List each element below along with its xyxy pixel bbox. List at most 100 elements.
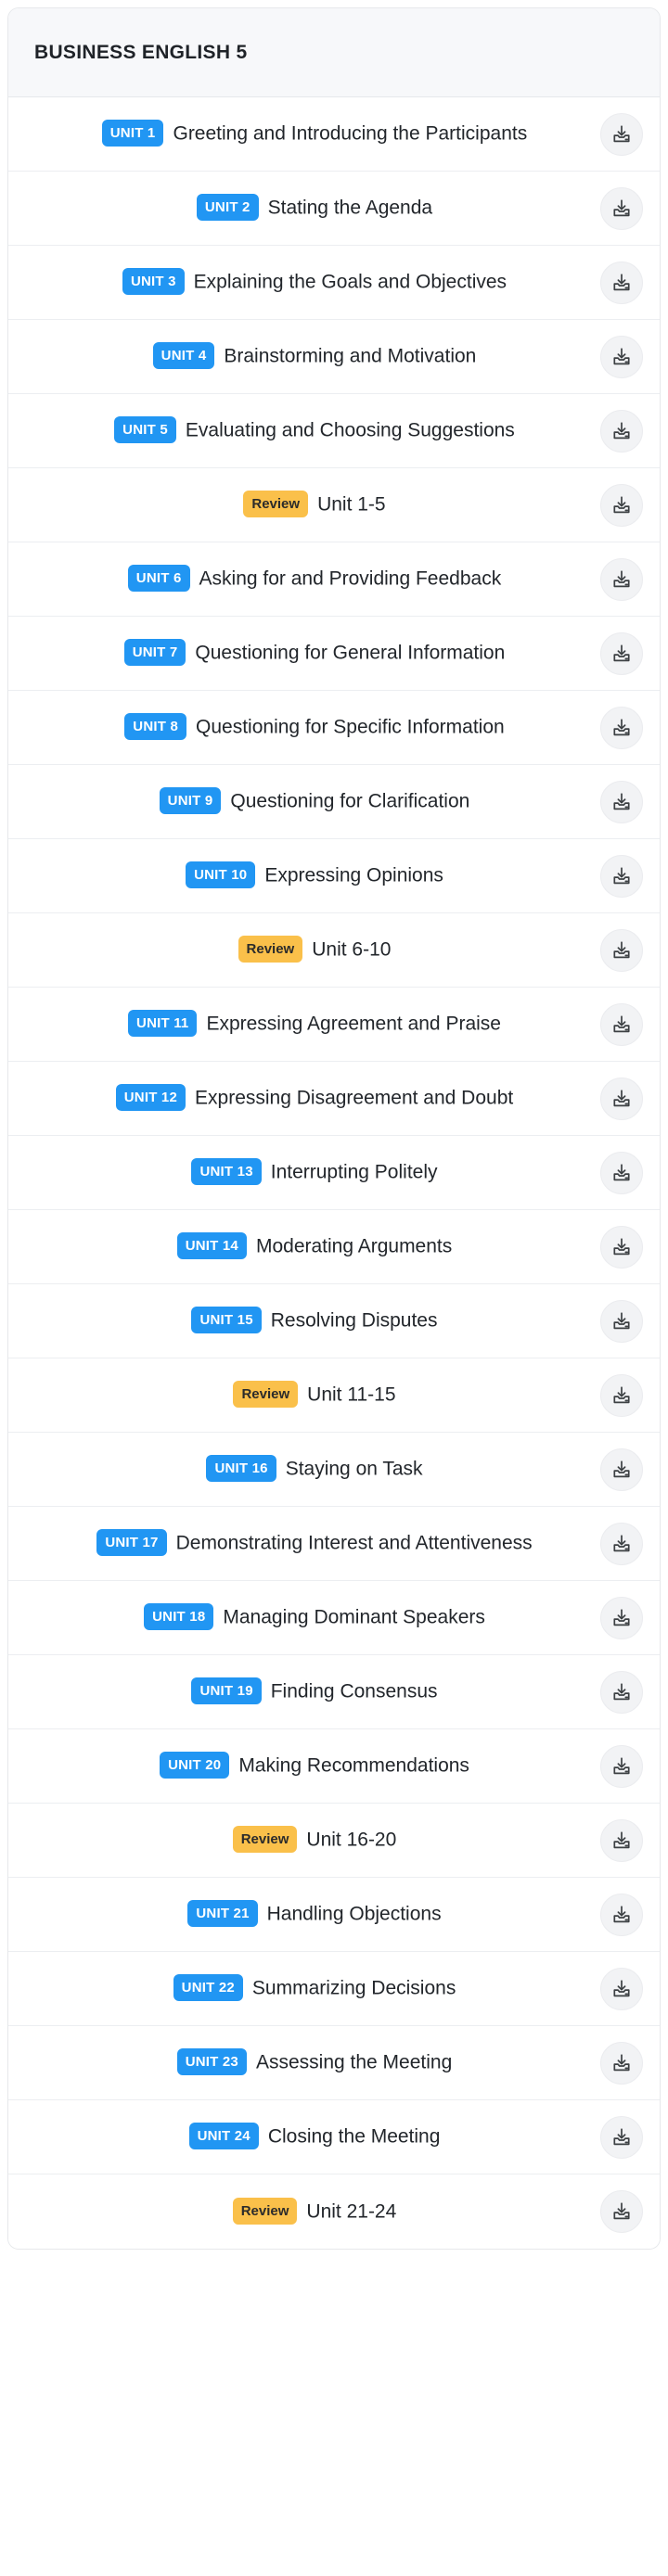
download-button-22[interactable]	[600, 1670, 643, 1714]
download-button-18[interactable]	[600, 1373, 643, 1417]
download-button-26[interactable]	[600, 1967, 643, 2010]
list-item-text: UNIT 14 Moderating Arguments	[38, 1231, 591, 1262]
download-icon	[610, 1236, 633, 1258]
review-badge: Review	[233, 1381, 299, 1409]
download-button-24[interactable]	[600, 1818, 643, 1862]
list-item-18[interactable]: Review Unit 11-15	[8, 1358, 660, 1433]
download-button-23[interactable]	[600, 1744, 643, 1788]
list-item-content: UNIT 13 Interrupting Politely	[25, 1156, 597, 1188]
list-item-content: Review Unit 16-20	[25, 1824, 597, 1855]
list-item-25[interactable]: UNIT 21 Handling Objections	[8, 1878, 660, 1952]
list-item-label: Interrupting Politely	[270, 1161, 438, 1183]
list-item-label: Expressing Opinions	[264, 864, 443, 886]
download-button-29[interactable]	[600, 2190, 643, 2233]
list-item-15[interactable]: UNIT 13 Interrupting Politely	[8, 1136, 660, 1210]
unit-badge: UNIT 1	[101, 120, 164, 147]
list-item-content: UNIT 20 Making Recommendations	[25, 1750, 597, 1781]
list-item-19[interactable]: UNIT 16 Staying on Task	[8, 1433, 660, 1507]
unit-list: UNIT 1 Greeting and Introducing the Parti…	[8, 97, 660, 2249]
list-item-26[interactable]: UNIT 22 Summarizing Decisions	[8, 1952, 660, 2026]
download-button-8[interactable]	[600, 631, 643, 675]
download-button-6[interactable]	[600, 483, 643, 527]
list-item-12[interactable]: Review Unit 6-10	[8, 913, 660, 988]
download-button-16[interactable]	[600, 1225, 643, 1269]
list-item-text: UNIT 13 Interrupting Politely	[38, 1156, 591, 1188]
list-item-content: UNIT 12 Expressing Disagreement and Doubt	[25, 1082, 597, 1114]
list-item-label: Stating the Agenda	[267, 197, 433, 219]
download-button-3[interactable]	[600, 261, 643, 304]
download-button-20[interactable]	[600, 1522, 643, 1565]
list-item-22[interactable]: UNIT 19 Finding Consensus	[8, 1655, 660, 1729]
list-item-content: UNIT 2 Stating the Agenda	[25, 192, 597, 223]
download-button-10[interactable]	[600, 780, 643, 823]
card-header: BUSINESS ENGLISH 5	[8, 8, 660, 97]
list-item-10[interactable]: UNIT 9 Questioning for Clarification	[8, 765, 660, 839]
list-item-content: UNIT 23 Assessing the Meeting	[25, 2047, 597, 2078]
download-button-21[interactable]	[600, 1596, 643, 1639]
download-icon	[610, 1681, 633, 1703]
list-item-29[interactable]: Review Unit 21-24	[8, 2174, 660, 2249]
list-item-text: UNIT 8 Questioning for Specific Informati…	[38, 711, 591, 743]
list-item-5[interactable]: UNIT 5 Evaluating and Choosing Suggestion…	[8, 394, 660, 468]
list-item-text: UNIT 2 Stating the Agenda	[38, 192, 591, 223]
list-item-text: UNIT 6 Asking for and Providing Feedback	[38, 563, 591, 594]
download-button-14[interactable]	[600, 1077, 643, 1120]
download-button-19[interactable]	[600, 1447, 643, 1491]
list-item-text: UNIT 1 Greeting and Introducing the Parti…	[38, 118, 591, 149]
download-icon	[610, 123, 633, 146]
unit-badge: UNIT 24	[188, 2123, 259, 2150]
list-item-28[interactable]: UNIT 24 Closing the Meeting	[8, 2100, 660, 2174]
list-item-2[interactable]: UNIT 2 Stating the Agenda	[8, 172, 660, 246]
download-button-9[interactable]	[600, 706, 643, 749]
download-icon	[610, 1088, 633, 1110]
download-icon	[610, 1310, 633, 1333]
list-item-21[interactable]: UNIT 18 Managing Dominant Speakers	[8, 1581, 660, 1655]
list-item-label: Questioning for Specific Information	[196, 716, 505, 738]
list-item-9[interactable]: UNIT 8 Questioning for Specific Informati…	[8, 691, 660, 765]
download-button-15[interactable]	[600, 1151, 643, 1194]
list-item-4[interactable]: UNIT 4 Brainstorming and Motivation	[8, 320, 660, 394]
list-item-27[interactable]: UNIT 23 Assessing the Meeting	[8, 2026, 660, 2100]
list-item-20[interactable]: UNIT 17 Demonstrating Interest and Attent…	[8, 1507, 660, 1581]
list-item-label: Managing Dominant Speakers	[223, 1606, 485, 1628]
list-item-label: Unit 21-24	[306, 2200, 397, 2223]
list-item-label: Finding Consensus	[270, 1680, 438, 1702]
list-item-label: Questioning for General Information	[195, 642, 506, 664]
download-button-7[interactable]	[600, 557, 643, 601]
download-button-1[interactable]	[600, 112, 643, 156]
list-item-11[interactable]: UNIT 10 Expressing Opinions	[8, 839, 660, 913]
download-button-17[interactable]	[600, 1299, 643, 1343]
download-button-5[interactable]	[600, 409, 643, 453]
list-item-content: UNIT 7 Questioning for General Informatio…	[25, 637, 597, 669]
list-item-8[interactable]: UNIT 7 Questioning for General Informatio…	[8, 617, 660, 691]
list-item-3[interactable]: UNIT 3 Explaining the Goals and Objective…	[8, 246, 660, 320]
list-item-label: Asking for and Providing Feedback	[199, 567, 502, 590]
list-item-14[interactable]: UNIT 12 Expressing Disagreement and Doubt	[8, 1062, 660, 1136]
unit-badge: UNIT 9	[159, 787, 222, 815]
list-item-23[interactable]: UNIT 20 Making Recommendations	[8, 1729, 660, 1804]
list-item-content: UNIT 17 Demonstrating Interest and Attent…	[25, 1527, 597, 1559]
list-item-6[interactable]: Review Unit 1-5	[8, 468, 660, 542]
download-button-12[interactable]	[600, 928, 643, 972]
download-icon	[610, 346, 633, 368]
list-item-content: UNIT 11 Expressing Agreement and Praise	[25, 1008, 597, 1039]
download-button-13[interactable]	[600, 1002, 643, 1046]
list-item-16[interactable]: UNIT 14 Moderating Arguments	[8, 1210, 660, 1284]
list-item-1[interactable]: UNIT 1 Greeting and Introducing the Parti…	[8, 97, 660, 172]
download-button-27[interactable]	[600, 2041, 643, 2085]
list-item-label: Questioning for Clarification	[230, 790, 470, 812]
download-button-25[interactable]	[600, 1893, 643, 1936]
list-item-content: Review Unit 6-10	[25, 934, 597, 965]
list-item-17[interactable]: UNIT 15 Resolving Disputes	[8, 1284, 660, 1358]
list-item-13[interactable]: UNIT 11 Expressing Agreement and Praise	[8, 988, 660, 1062]
download-button-11[interactable]	[600, 854, 643, 898]
download-button-2[interactable]	[600, 186, 643, 230]
list-item-7[interactable]: UNIT 6 Asking for and Providing Feedback	[8, 542, 660, 617]
list-item-label: Unit 1-5	[317, 493, 386, 516]
download-button-4[interactable]	[600, 335, 643, 378]
download-button-28[interactable]	[600, 2115, 643, 2159]
unit-badge: UNIT 21	[187, 1900, 258, 1928]
list-item-label: Unit 11-15	[307, 1384, 396, 1406]
list-item-label: Greeting and Introducing the Participant…	[173, 122, 528, 145]
list-item-24[interactable]: Review Unit 16-20	[8, 1804, 660, 1878]
